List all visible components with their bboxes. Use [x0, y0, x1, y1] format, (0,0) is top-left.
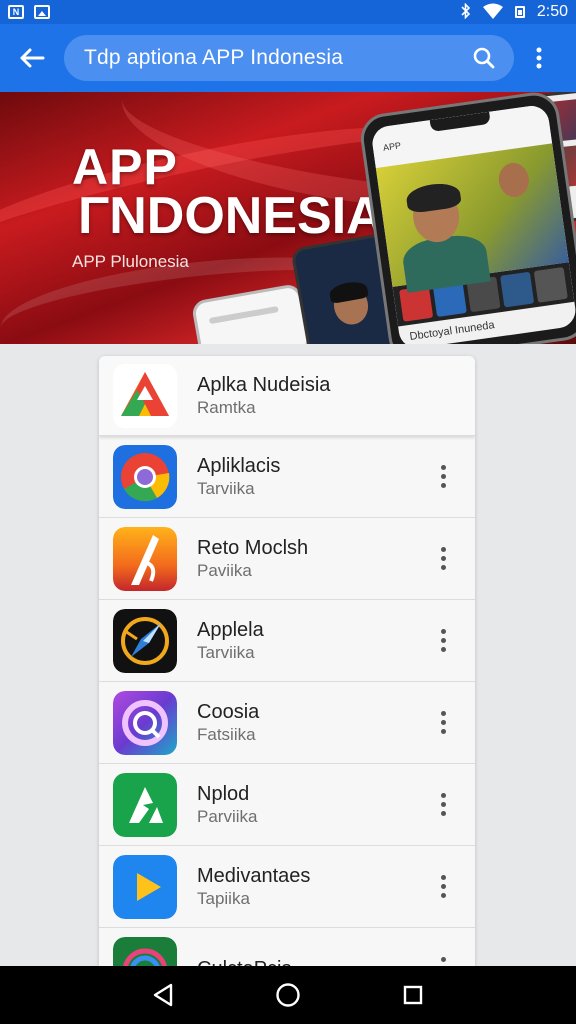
status-bar: N 2:50 [0, 0, 576, 24]
banner-phone-illustration: APP Dbctoyal Inuneda [357, 92, 576, 344]
list-item[interactable]: Medivantaes Tapiika [99, 846, 475, 928]
status-time: 2:50 [536, 3, 568, 20]
app-name: Medivantaes [197, 864, 311, 887]
search-icon[interactable] [470, 44, 498, 72]
orange-slash-logo-icon [113, 526, 177, 591]
app-subtitle: Tarviika [197, 642, 255, 662]
item-more-button[interactable] [429, 867, 457, 907]
play-logo-icon [113, 854, 177, 919]
app-name: Coosia [197, 700, 260, 723]
app-name: Apliklacis [197, 454, 281, 477]
image-notification-icon [34, 5, 50, 19]
app-subtitle: Ramtka [197, 397, 256, 417]
list-item[interactable]: CulctaPcis [99, 928, 475, 966]
banner-subtitle: APP Plulonesia [72, 252, 189, 271]
triangle-logo-icon [113, 363, 177, 428]
chrome-logo-icon [113, 444, 177, 509]
nav-recents-button[interactable] [383, 966, 443, 1024]
list-item[interactable]: Nplod Parviika [99, 764, 475, 846]
bluetooth-icon [461, 2, 471, 21]
item-more-button[interactable] [429, 949, 457, 967]
item-more-button[interactable] [429, 785, 457, 825]
n-notification-icon: N [8, 5, 24, 19]
item-more-button[interactable] [429, 621, 457, 661]
app-subtitle: Tapiika [197, 888, 250, 908]
nav-home-icon [276, 983, 300, 1007]
back-button[interactable] [0, 24, 64, 92]
app-name: Reto Moclsh [197, 536, 309, 559]
item-more-button[interactable] [429, 457, 457, 497]
rainbow-ring-logo-icon [113, 936, 177, 966]
purple-ring-logo-icon [113, 690, 177, 755]
app-name: Applela [197, 618, 264, 641]
item-more-button[interactable] [429, 539, 457, 579]
compass-logo-icon [113, 608, 177, 673]
battery-icon [514, 6, 525, 18]
app-name: Aplka Nudeisia [197, 373, 331, 396]
list-item[interactable]: Coosia Fatsiika [99, 682, 475, 764]
phone-screen-photo [375, 143, 569, 293]
nav-home-button[interactable] [258, 966, 318, 1024]
promo-banner[interactable]: APP ΓNDONESIA APP Plulonesia APP Dbctoya… [0, 92, 576, 344]
banner-title-line2: ΓNDONESIA [78, 187, 384, 245]
search-field[interactable]: Tdp aptiona APP Indonesia [64, 35, 514, 81]
nav-back-button[interactable] [133, 966, 193, 1024]
list-item[interactable]: Reto Moclsh Paviika [99, 518, 475, 600]
nav-back-icon [153, 983, 172, 1007]
app-subtitle: Fatsiika [197, 724, 256, 744]
top-app-bar: Tdp aptiona APP Indonesia [0, 24, 576, 92]
search-query-text: Tdp aptiona APP Indonesia [84, 46, 344, 69]
green-a-logo-icon [113, 772, 177, 837]
app-list: Aplka Nudeisia Ramtka Apliklacis Tarviik… [99, 356, 475, 966]
overflow-menu-button[interactable] [514, 24, 564, 92]
item-more-button[interactable] [429, 703, 457, 743]
arrow-left-icon [20, 48, 45, 68]
app-subtitle: Parviika [197, 806, 258, 826]
list-item[interactable]: Aplka Nudeisia Ramtka [99, 356, 475, 436]
wifi-icon [482, 3, 503, 22]
app-subtitle: Paviika [197, 560, 252, 580]
app-name: Nplod [197, 782, 250, 805]
app-name: CulctaPcis [197, 957, 429, 967]
nav-recents-icon [404, 985, 423, 1005]
list-item[interactable]: Apliklacis Tarviika [99, 436, 475, 518]
list-item[interactable]: Applela Tarviika [99, 600, 475, 682]
app-subtitle: Tarviika [197, 478, 255, 498]
system-nav-bar [0, 966, 576, 1024]
more-vert-icon [536, 47, 542, 69]
